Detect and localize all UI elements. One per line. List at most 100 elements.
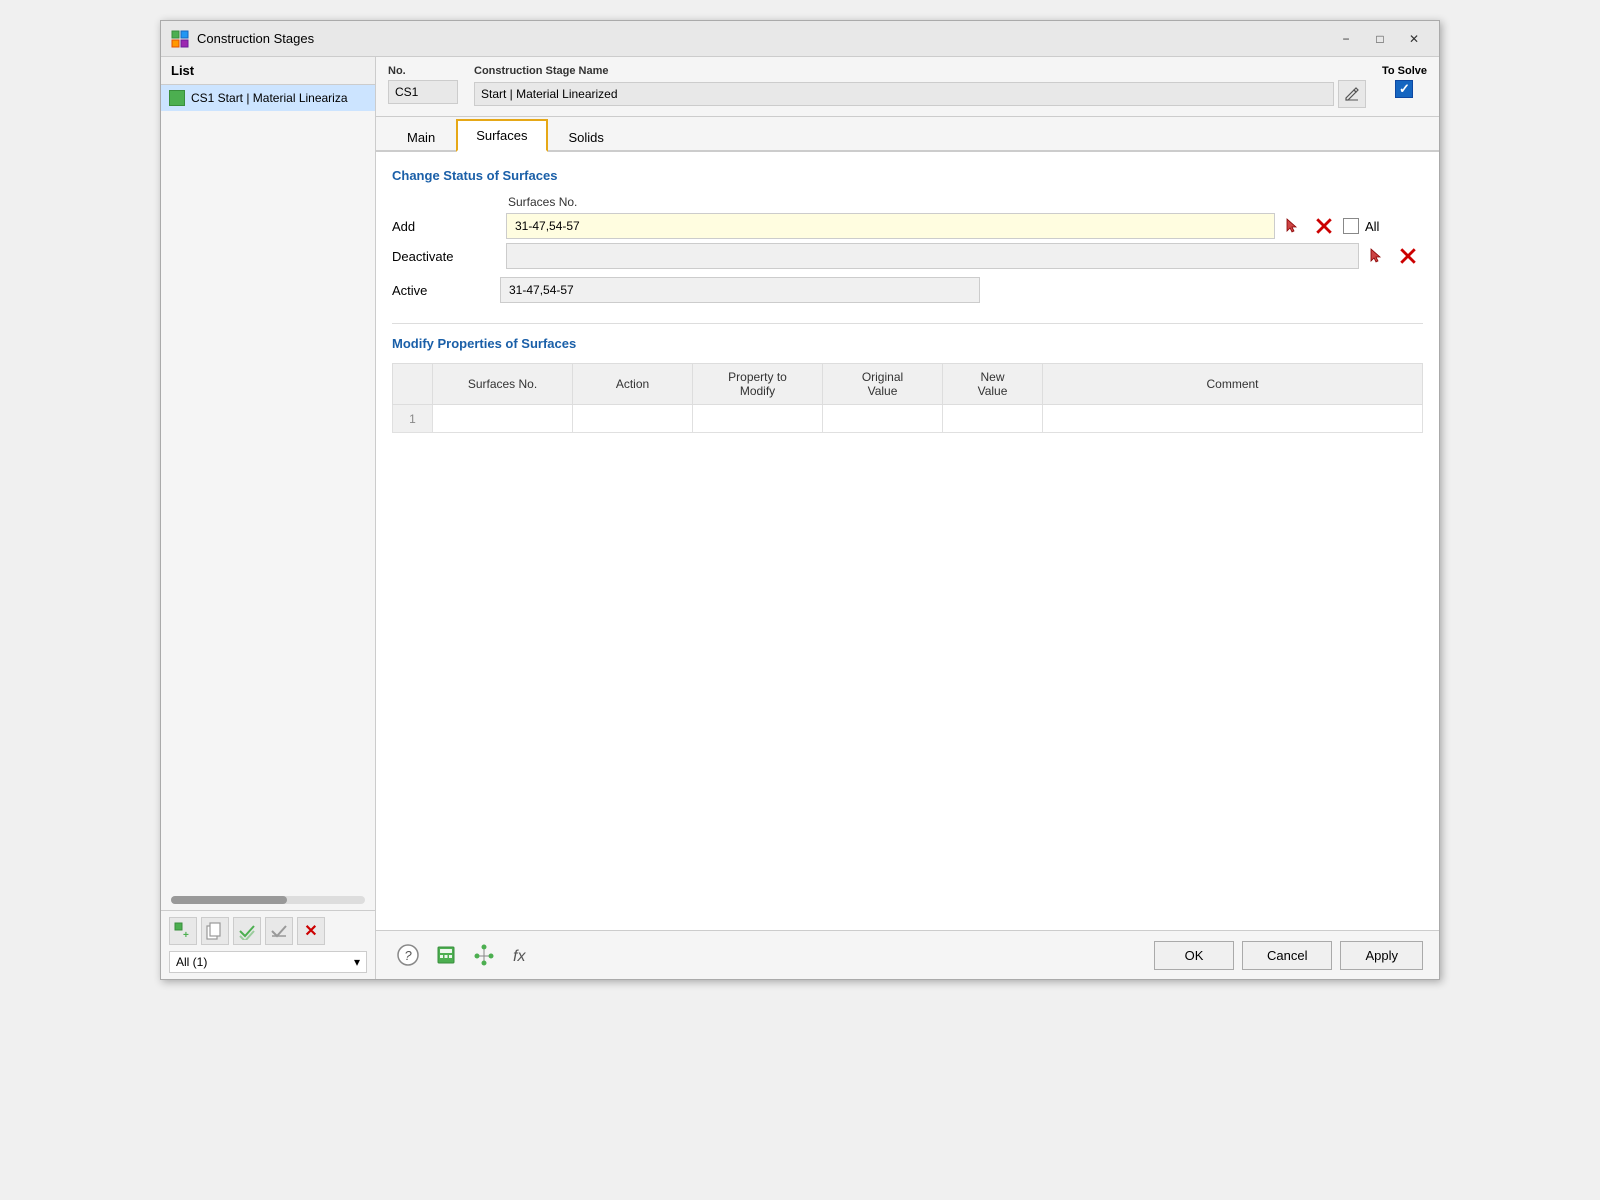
check-all-button[interactable] <box>233 917 261 945</box>
cancel-button[interactable]: Cancel <box>1242 941 1332 970</box>
header-row: No. Construction Stage Name <box>376 57 1439 117</box>
add-icon: + <box>174 922 192 940</box>
maximize-button[interactable]: □ <box>1365 27 1395 51</box>
active-input <box>500 277 980 303</box>
uncheck-icon <box>270 922 288 940</box>
dropdown-label: All (1) <box>176 955 207 969</box>
sidebar-item-label: CS1 Start | Material Lineariza <box>191 91 348 105</box>
add-input[interactable] <box>506 213 1275 239</box>
help-button[interactable]: ? <box>392 939 424 971</box>
svg-text:+: + <box>183 930 189 940</box>
no-field: No. <box>388 65 458 108</box>
sidebar-dropdown[interactable]: All (1) ▾ <box>169 951 367 973</box>
bottom-left-tools: ? <box>392 939 538 971</box>
change-status-section: Change Status of Surfaces Surfaces No. A… <box>392 168 1423 303</box>
name-field: Construction Stage Name <box>474 65 1366 108</box>
col-header-surfaces: Surfaces No. <box>433 364 573 405</box>
active-label: Active <box>392 283 492 298</box>
title-bar-left: Construction Stages <box>171 30 314 48</box>
col-header-action: Action <box>573 364 693 405</box>
add-clear-button[interactable] <box>1311 213 1337 239</box>
copy-icon <box>206 922 224 940</box>
tabs-row: Main Surfaces Solids <box>376 117 1439 152</box>
row-surfaces[interactable] <box>433 405 573 433</box>
to-solve-label: To Solve <box>1382 65 1427 77</box>
sidebar-header: List <box>161 57 375 85</box>
stage-color-indicator <box>169 90 185 106</box>
row-new[interactable] <box>943 405 1043 433</box>
formula-icon: fx <box>511 944 533 966</box>
tree-button[interactable] <box>468 939 500 971</box>
tab-main[interactable]: Main <box>388 122 454 152</box>
dropdown-arrow-icon: ▾ <box>354 955 360 969</box>
name-input-wrap <box>474 80 1366 108</box>
change-status-title: Change Status of Surfaces <box>392 168 1423 183</box>
modify-section: Modify Properties of Surfaces Surfaces N… <box>392 336 1423 433</box>
sidebar-scrollbar-thumb <box>171 896 287 904</box>
calculator-icon <box>435 944 457 966</box>
add-select-button[interactable] <box>1279 213 1305 239</box>
properties-table: Surfaces No. Action Property toModify Or… <box>392 363 1423 433</box>
calculator-button[interactable] <box>430 939 462 971</box>
row-original[interactable] <box>823 405 943 433</box>
delete-stage-button[interactable]: ✕ <box>297 917 325 945</box>
all-checkbox-wrap: All <box>1343 218 1423 234</box>
formula-button[interactable]: fx <box>506 939 538 971</box>
sidebar-scroll-area <box>161 890 375 910</box>
construction-stages-window: Construction Stages − □ ✕ List CS1 Start… <box>160 20 1440 980</box>
modify-title: Modify Properties of Surfaces <box>392 336 1423 351</box>
col-header-comment: Comment <box>1043 364 1423 405</box>
deactivate-label: Deactivate <box>392 245 502 268</box>
apply-button[interactable]: Apply <box>1340 941 1423 970</box>
to-solve-section: To Solve <box>1382 65 1427 108</box>
all-checkbox[interactable] <box>1343 218 1359 234</box>
deactivate-clear-button[interactable] <box>1395 243 1421 269</box>
svg-text:fx: fx <box>513 948 526 965</box>
minimize-button[interactable]: − <box>1331 27 1361 51</box>
active-row: Active <box>392 277 1423 303</box>
sidebar-scrollbar[interactable] <box>171 896 365 904</box>
red-x-icon <box>1315 217 1333 235</box>
name-edit-button[interactable] <box>1338 80 1366 108</box>
no-input[interactable] <box>388 80 458 104</box>
deactivate-input[interactable] <box>506 243 1359 269</box>
col-header-new: NewValue <box>943 364 1043 405</box>
add-stage-button[interactable]: + <box>169 917 197 945</box>
sidebar-list: CS1 Start | Material Lineariza <box>161 85 375 890</box>
add-label: Add <box>392 215 502 238</box>
sidebar-footer: + <box>161 910 375 979</box>
copy-stage-button[interactable] <box>201 917 229 945</box>
deactivate-select-button[interactable] <box>1363 243 1389 269</box>
ok-button[interactable]: OK <box>1154 941 1234 970</box>
col-header-original: OriginalValue <box>823 364 943 405</box>
surfaces-header-row: Surfaces No. <box>392 195 1423 209</box>
app-icon <box>171 30 189 48</box>
sidebar: List CS1 Start | Material Lineariza <box>161 57 376 979</box>
row-comment[interactable] <box>1043 405 1423 433</box>
row-property[interactable] <box>693 405 823 433</box>
uncheck-all-button[interactable] <box>265 917 293 945</box>
tab-surfaces[interactable]: Surfaces <box>456 119 547 152</box>
table-row: 1 <box>393 405 1423 433</box>
name-input[interactable] <box>474 82 1334 106</box>
name-label: Construction Stage Name <box>474 65 1366 77</box>
title-bar: Construction Stages − □ ✕ <box>161 21 1439 57</box>
content-area: List CS1 Start | Material Lineariza <box>161 57 1439 979</box>
bottom-toolbar: ? <box>376 930 1439 979</box>
sidebar-toolbar: + <box>169 917 367 945</box>
sidebar-item[interactable]: CS1 Start | Material Lineariza <box>161 85 375 111</box>
row-num: 1 <box>393 405 433 433</box>
window-title: Construction Stages <box>197 31 314 46</box>
add-row: Add <box>392 213 1423 239</box>
to-solve-checkbox[interactable] <box>1395 80 1413 98</box>
cursor-icon <box>1283 217 1301 235</box>
tree-icon <box>473 944 495 966</box>
col-header-num <box>393 364 433 405</box>
col-header-property: Property toModify <box>693 364 823 405</box>
title-buttons: − □ ✕ <box>1331 27 1429 51</box>
bottom-right-btns: OK Cancel Apply <box>1154 941 1423 970</box>
row-action[interactable] <box>573 405 693 433</box>
close-button[interactable]: ✕ <box>1399 27 1429 51</box>
svg-text:?: ? <box>404 948 412 963</box>
tab-solids[interactable]: Solids <box>550 122 623 152</box>
